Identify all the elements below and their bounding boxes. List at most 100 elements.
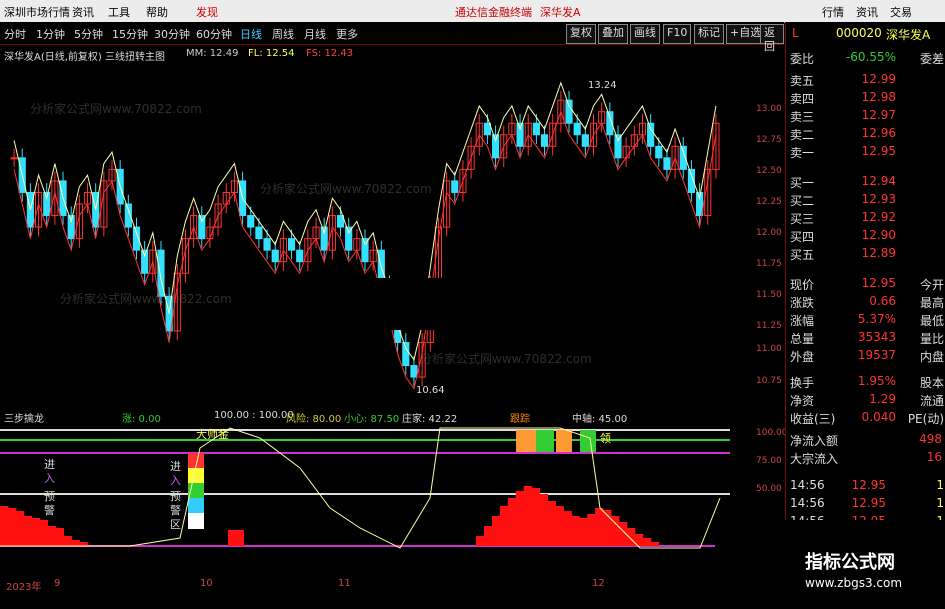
quote2-row: 净资 1.29 流通	[786, 392, 945, 408]
period-more[interactable]: 更多	[336, 26, 358, 42]
candle	[10, 157, 18, 160]
draw-button[interactable]: 画线	[630, 24, 660, 44]
row-label: 卖二	[790, 128, 815, 142]
stock-header: L 000020 深华发A	[786, 26, 945, 42]
f10-button[interactable]: F10	[663, 24, 692, 44]
row-extra: 最高	[919, 296, 944, 310]
row-extra: PE(动)	[907, 412, 944, 426]
row-extra: 最低	[919, 314, 944, 328]
watermark: 分析家公式网www.70822.com	[420, 352, 592, 366]
indicator-label: 进	[170, 460, 181, 473]
period-fenshi[interactable]: 分时	[4, 26, 26, 42]
row-label: 卖一	[790, 146, 815, 160]
sell-row: 卖三 12.97	[786, 108, 945, 124]
row-extra: 量比	[919, 332, 944, 346]
signal-bar	[188, 498, 204, 514]
indicator-bar	[63, 536, 72, 546]
candle	[647, 122, 655, 147]
row-label: 14:56	[790, 496, 825, 510]
candle	[141, 249, 149, 274]
date-label: 12	[592, 578, 605, 589]
site-ad: 指标公式网 www.zbgs3.com	[715, 520, 945, 609]
candle	[296, 249, 304, 263]
indicator-bar	[47, 526, 57, 546]
indicator-bar	[39, 520, 49, 546]
menu-right-trade[interactable]: 交易	[890, 4, 912, 20]
row-value: 12.99	[861, 72, 896, 86]
back-button[interactable]: 返回	[760, 24, 784, 53]
period-30min[interactable]: 30分钟	[154, 26, 190, 42]
period-daily[interactable]: 日线	[240, 26, 262, 42]
menu-market[interactable]: 深圳市场行情	[4, 4, 70, 20]
candle	[247, 215, 255, 228]
row-value: 12.98	[861, 90, 896, 104]
menu-help[interactable]: 帮助	[146, 4, 168, 20]
overlay-button[interactable]: 叠加	[598, 24, 628, 44]
indicator-bar	[499, 506, 509, 546]
row-value: 0.66	[869, 294, 896, 308]
row-label: 换手	[790, 376, 815, 390]
candle	[491, 134, 500, 159]
menu-tools[interactable]: 工具	[108, 4, 130, 20]
indicator-bar	[79, 542, 88, 546]
period-monthly[interactable]: 月线	[304, 26, 326, 42]
flow-row: 大宗流入 16	[786, 450, 945, 466]
row-label: 净资	[790, 394, 815, 408]
row-value: 5.37%	[857, 312, 896, 326]
row-label: 涨跌	[790, 296, 815, 310]
indicator-bar	[626, 528, 636, 546]
candle	[451, 180, 459, 193]
period-5min[interactable]: 5分钟	[74, 26, 103, 42]
row-label: 卖三	[790, 110, 815, 124]
row-label: 买二	[790, 194, 815, 208]
indicator-label: 入	[170, 474, 181, 487]
row-value: 12.94	[861, 174, 896, 188]
indicator-chart[interactable]: 进入预警 进入预警区 大师金 领	[0, 408, 730, 578]
candle	[516, 122, 524, 147]
signal-block	[556, 430, 572, 452]
period-1min[interactable]: 1分钟	[36, 26, 65, 42]
menu-right-news[interactable]: 资讯	[856, 4, 878, 20]
candle	[43, 191, 51, 217]
indicator-bar	[547, 501, 556, 546]
fuquan-button[interactable]: 复权	[566, 24, 596, 44]
axis-label: 11.75	[756, 259, 782, 269]
flow-row: 净流入额 498	[786, 432, 945, 448]
mark-button[interactable]: 标记	[694, 24, 724, 44]
menu-discover[interactable]: 发现	[196, 4, 218, 20]
signal-block	[516, 430, 536, 452]
period-weekly[interactable]: 周线	[272, 26, 294, 42]
chart-title: 深华发A(日线,前复权) 三线扭转主图	[4, 52, 166, 63]
axis-label: 11.50	[756, 290, 782, 300]
candle	[402, 341, 410, 367]
indicator-label: 警	[44, 503, 55, 517]
app-title: 通达信金融终端	[455, 6, 532, 19]
period-15min[interactable]: 15分钟	[112, 26, 148, 42]
redaction-box	[283, 278, 662, 330]
sub-axis-label: 75.00	[756, 456, 782, 466]
sell-row: 卖五 12.99	[786, 72, 945, 88]
menu-news[interactable]: 资讯	[72, 4, 94, 20]
date-label: 11	[338, 578, 351, 589]
candle	[255, 226, 263, 240]
candle	[532, 122, 540, 136]
indicator-bar	[23, 516, 33, 546]
indicator-label: 预	[170, 490, 181, 503]
period-60min[interactable]: 60分钟	[196, 26, 232, 42]
high-price-label: 13.24	[588, 80, 617, 91]
indicator-bar	[0, 506, 9, 546]
quote-panel: L 000020 深华发A 委比 -60.55% 委差 卖五 12.99 卖四 12.…	[785, 22, 945, 528]
row-value: 498	[919, 432, 942, 446]
date-label: 2023年	[6, 582, 42, 593]
sub-axis-label: 100.00	[756, 428, 788, 438]
indicator-bar	[523, 486, 533, 546]
row-value: 12.93	[861, 192, 896, 206]
stock-title: 深华发A	[540, 6, 581, 19]
row-value: 35343	[857, 330, 896, 344]
menu-right-quote[interactable]: 行情	[822, 4, 844, 20]
row-value: 16	[926, 450, 942, 464]
row-value: 1.95%	[857, 374, 896, 388]
row-value: 12.89	[861, 246, 896, 260]
row-label: 14:56	[790, 478, 825, 492]
signal-block	[580, 430, 596, 452]
